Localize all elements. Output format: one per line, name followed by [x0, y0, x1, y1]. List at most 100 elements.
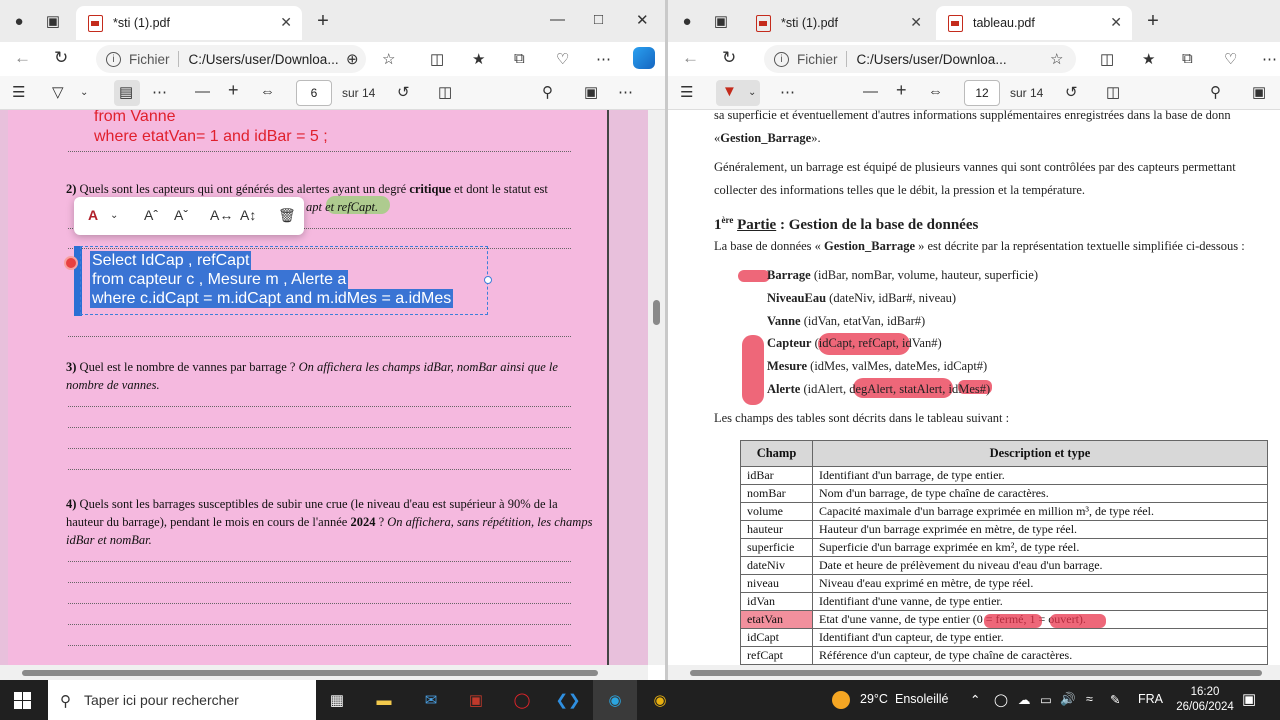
tray-chevron-icon[interactable]: ⌃ [970, 692, 980, 707]
edge-icon[interactable]: ◉ [603, 688, 627, 712]
selected-sql-line[interactable]: Select IdCap , refCapt [90, 251, 252, 270]
extensions-icon[interactable]: ♡ [556, 50, 569, 68]
tab-sti-pdf[interactable]: *sti (1).pdf ✕ [744, 6, 932, 40]
zoom-out-icon[interactable]: — [195, 83, 210, 100]
contents-icon[interactable]: ☰ [12, 83, 25, 101]
selected-sql-line[interactable]: where c.idCapt = m.idCapt and m.idMes = … [90, 289, 454, 308]
zoom-in-icon[interactable]: + [896, 80, 907, 101]
weather-description[interactable]: Ensoleillé [895, 692, 949, 706]
font-color-icon[interactable]: A [88, 207, 98, 223]
wifi-icon[interactable]: ≈ [1086, 692, 1093, 706]
text-spacing-icon[interactable]: A↔ [210, 207, 233, 223]
text-spacing-narrow-icon[interactable]: A↕ [240, 207, 256, 223]
pdf-page-area[interactable]: sa superficie et éventuellement d'autres… [668, 110, 1268, 665]
horizontal-scrollbar[interactable] [668, 665, 1280, 680]
search-pdf-icon[interactable]: ⚲ [542, 83, 553, 101]
page-number-input[interactable]: 6 [296, 80, 332, 106]
color-dropdown-icon[interactable]: ⌄ [110, 210, 118, 221]
favorite-star-icon[interactable]: ☆ [382, 50, 395, 68]
more-menu-icon[interactable]: ⋯ [1262, 50, 1277, 68]
battery-icon[interactable]: ▭ [1040, 692, 1052, 707]
more-menu-icon[interactable]: ⋯ [596, 50, 611, 68]
tab-actions-icon[interactable]: ▣ [42, 10, 64, 32]
split-screen-icon[interactable]: ◫ [430, 50, 444, 68]
tab-tableau-pdf[interactable]: tableau.pdf ✕ [936, 6, 1132, 40]
url-field[interactable]: i Fichier C:/Users/user/Downloa... [764, 45, 1076, 73]
maximize-icon[interactable]: □ [594, 11, 603, 28]
rotate-icon[interactable]: ↺ [397, 83, 410, 101]
delete-icon[interactable]: 🗑 [278, 207, 296, 224]
pdf-page-area[interactable]: from Vanne where etatVan= 1 and idBar = … [0, 110, 648, 665]
page-view-icon[interactable]: ◫ [438, 83, 452, 101]
split-screen-icon[interactable]: ◫ [1100, 50, 1114, 68]
new-tab-icon[interactable]: + [312, 10, 334, 32]
draw-icon[interactable]: ▼ [722, 83, 737, 100]
favorites-icon[interactable]: ★ [472, 50, 485, 68]
page-view-icon[interactable]: ◫ [1106, 83, 1120, 101]
chrome-icon[interactable]: ◉ [648, 688, 672, 712]
search-pdf-icon[interactable]: ⚲ [1210, 83, 1221, 101]
more-tools-icon[interactable]: ⋯ [152, 83, 167, 101]
extensions-icon[interactable]: ♡ [1224, 50, 1237, 68]
scrollbar-thumb[interactable] [22, 670, 598, 676]
onedrive-icon[interactable]: ☁ [1018, 692, 1031, 707]
weather-temperature[interactable]: 29°C [860, 692, 888, 706]
volume-icon[interactable]: 🔊 [1060, 692, 1076, 707]
zoom-out-icon[interactable]: — [863, 83, 878, 100]
highlight-icon[interactable]: ▽ [52, 83, 64, 101]
close-tab-icon[interactable]: ✕ [1110, 14, 1122, 31]
url-field[interactable]: i Fichier C:/Users/user/Downloa... [96, 45, 366, 73]
notification-icon[interactable]: ▣ [1242, 690, 1256, 708]
clock[interactable]: 16:20 26/06/2024 [1175, 685, 1235, 715]
refresh-icon[interactable]: ↻ [54, 48, 68, 68]
favorites-icon[interactable]: ★ [1142, 50, 1155, 68]
pen-icon[interactable]: ✎ [1110, 692, 1120, 707]
draw-dropdown-icon[interactable]: ⌄ [748, 87, 756, 98]
close-tab-icon[interactable]: ✕ [910, 14, 922, 31]
minimize-icon[interactable]: — [550, 11, 565, 28]
zoom-in-icon[interactable]: + [228, 80, 239, 101]
save-icon[interactable]: ▣ [1252, 83, 1266, 101]
selected-sql-line[interactable]: from capteur c , Mesure m , Alerte a [90, 270, 349, 289]
vertical-scrollbar[interactable] [648, 110, 665, 665]
rotate-icon[interactable]: ↺ [1065, 83, 1078, 101]
collections-icon[interactable]: ⧉ [1182, 50, 1193, 67]
tab-actions-icon[interactable]: ▣ [710, 10, 732, 32]
favorite-star-icon[interactable]: ☆ [1050, 50, 1063, 68]
office-icon[interactable]: ▣ [464, 688, 488, 712]
copilot-icon[interactable] [633, 47, 655, 69]
fit-width-icon[interactable]: ⇔ [260, 83, 275, 100]
collections-icon[interactable]: ⧉ [514, 50, 525, 67]
new-tab-icon[interactable]: + [1142, 10, 1164, 32]
refresh-icon[interactable]: ↻ [722, 48, 736, 68]
page-number-input[interactable]: 12 [964, 80, 1000, 106]
language-indicator[interactable]: FRA [1138, 692, 1163, 706]
back-icon[interactable]: ← [682, 48, 699, 68]
zoom-icon[interactable]: ⊕ [346, 50, 359, 68]
increase-font-icon[interactable]: Aˆ [144, 207, 158, 223]
back-icon[interactable]: ← [14, 48, 31, 68]
file-explorer-icon[interactable]: ▬ [372, 688, 396, 712]
profile-icon[interactable]: ● [8, 10, 30, 32]
windows-start-icon[interactable] [14, 692, 31, 709]
network-icon[interactable]: ◯ [994, 692, 1008, 707]
vscode-icon[interactable]: ❮❯ [555, 688, 580, 712]
tab-sti-pdf[interactable]: *sti (1).pdf ✕ [76, 6, 302, 40]
add-text-icon[interactable]: ▤ [119, 83, 133, 101]
pdf-more-icon[interactable]: ⋯ [618, 83, 633, 101]
task-view-icon[interactable]: ▦ [325, 688, 349, 712]
horizontal-scrollbar[interactable] [0, 665, 648, 680]
close-window-icon[interactable]: ✕ [636, 11, 649, 29]
scrollbar-thumb[interactable] [690, 670, 1262, 676]
profile-icon[interactable]: ● [676, 10, 698, 32]
more-tools-icon[interactable]: ⋯ [780, 83, 795, 101]
scrollbar-thumb[interactable] [653, 300, 660, 325]
decrease-font-icon[interactable]: Aˇ [174, 207, 188, 223]
fit-width-icon[interactable]: ⇔ [928, 83, 943, 100]
taskbar-search-box[interactable]: ⚲ Taper ici pour rechercher [48, 680, 316, 720]
close-tab-icon[interactable]: ✕ [280, 14, 292, 31]
opera-icon[interactable]: ◯ [510, 688, 534, 712]
save-icon[interactable]: ▣ [584, 83, 598, 101]
contents-icon[interactable]: ☰ [680, 83, 693, 101]
resize-handle[interactable] [484, 276, 492, 284]
